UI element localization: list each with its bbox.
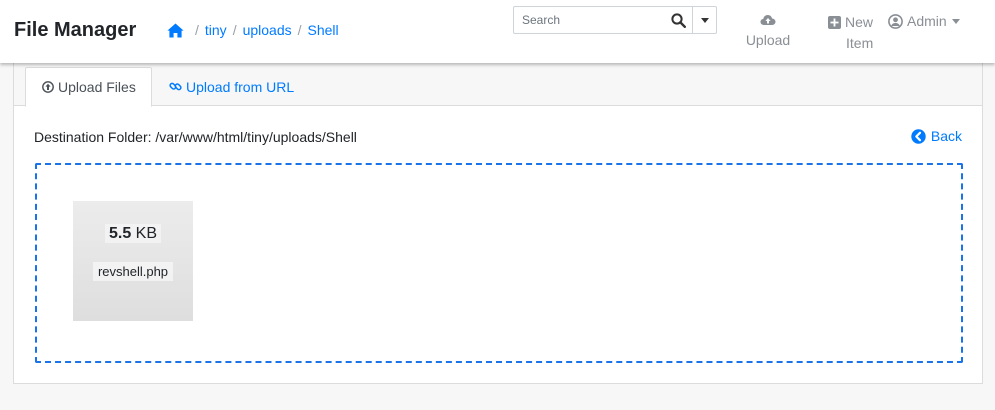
breadcrumb-separator: / [297, 22, 302, 38]
tab-upload-files[interactable]: Upload Files [25, 67, 152, 107]
upload-nav-label: Upload [745, 32, 791, 48]
caret-down-icon [951, 18, 960, 24]
new-item-label-line1: New [845, 14, 874, 30]
app-title[interactable]: File Manager [14, 19, 136, 42]
breadcrumb-item-uploads[interactable]: uploads [243, 22, 292, 38]
search-button[interactable] [664, 7, 692, 33]
search-input[interactable] [514, 7, 664, 33]
tab-upload-from-url[interactable]: Upload from URL [169, 67, 294, 106]
home-icon[interactable] [167, 23, 184, 38]
file-name: revshell.php [73, 262, 193, 281]
file-size-unit: KB [135, 225, 158, 242]
breadcrumb-item-tiny[interactable]: tiny [205, 22, 227, 38]
breadcrumb-separator: / [195, 22, 199, 38]
upload-nav-button[interactable]: Upload [740, 12, 796, 51]
new-item-button[interactable]: New Item [828, 12, 878, 54]
user-menu-label: Admin [907, 13, 947, 29]
destination-folder: Destination Folder: /var/www/html/tiny/u… [34, 129, 357, 145]
tab-upload-from-url-label: Upload from URL [186, 78, 295, 95]
cloud-upload-icon [760, 15, 776, 25]
file-preview[interactable]: 5.5 KB revshell.php [73, 201, 193, 321]
breadcrumb: / tiny / uploads / Shell [167, 22, 339, 38]
navbar: File Manager / tiny / uploads / Shell Se… [0, 0, 995, 63]
plus-square-icon [828, 16, 841, 29]
upload-card: Upload Files Upload from URL Destination… [13, 62, 983, 384]
back-link[interactable]: Back [911, 128, 962, 144]
link-icon [169, 82, 182, 91]
arrow-circle-up-icon [42, 81, 54, 93]
caret-down-icon [700, 17, 709, 23]
new-item-label-line2: Item [846, 35, 874, 51]
tab-upload-files-label: Upload Files [58, 79, 136, 95]
breadcrumb-separator: / [232, 22, 237, 38]
search-group [513, 6, 717, 34]
breadcrumb-item-shell[interactable]: Shell [308, 22, 339, 38]
user-menu[interactable]: Admin [888, 12, 960, 30]
file-dropzone[interactable]: 5.5 KB revshell.php [35, 163, 963, 363]
search-options-dropdown[interactable] [692, 7, 716, 33]
file-size: 5.5 KB [73, 224, 193, 243]
file-size-value: 5.5 [108, 225, 132, 242]
upload-tabs: Upload Files Upload from URL [14, 62, 982, 107]
file-name-label: revshell.php [92, 262, 174, 281]
chevron-circle-left-icon [911, 128, 926, 144]
user-circle-icon [888, 13, 903, 29]
search-icon [670, 12, 686, 28]
back-link-label: Back [930, 128, 962, 144]
